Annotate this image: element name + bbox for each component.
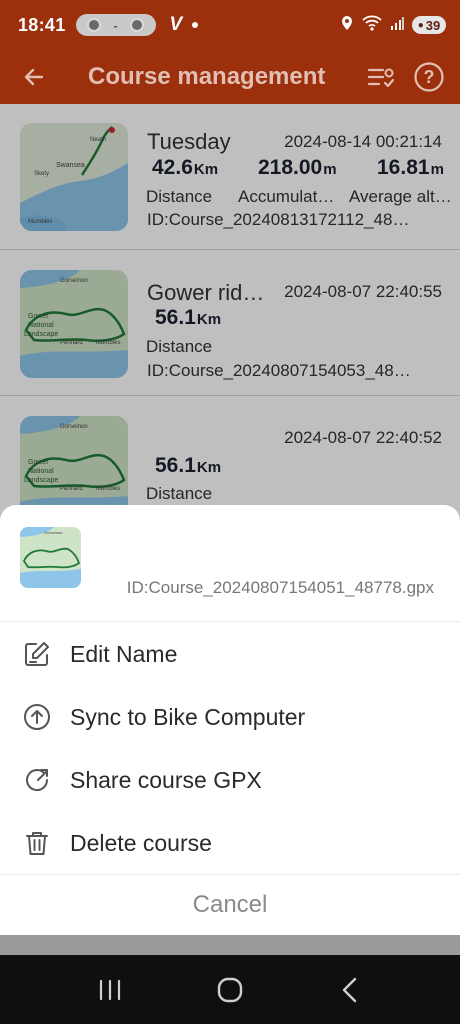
status-bar: 18:41 - V ● 39 [0,0,460,50]
arrow-left-icon [24,68,44,86]
location-icon [340,15,354,36]
back-button[interactable] [14,57,54,97]
scrim-strip [0,935,460,955]
checklist-button[interactable] [364,60,398,94]
notification-app-icon [129,18,144,32]
share-course-gpx-button[interactable]: Share course GPX [0,749,460,811]
home-icon [217,977,243,1002]
back-nav-button[interactable] [320,965,380,1015]
system-nav-bar [0,955,460,1024]
share-label: Share course GPX [70,766,262,793]
sync-label: Sync to Bike Computer [70,703,306,730]
recent-apps-button[interactable] [80,965,140,1015]
battery-saver-icon: ● [417,19,424,31]
recent-apps-icon [99,979,121,1000]
notification-dot-icon [192,22,199,28]
upload-circle-icon [22,702,52,732]
sync-to-bike-computer-button[interactable]: Sync to Bike Computer [0,686,460,748]
app-header: Course management ? [0,50,460,104]
divider [0,621,460,622]
back-nav-icon [342,977,357,1002]
page-title: Course management [88,63,326,90]
help-icon: ? [414,62,444,92]
trash-icon [22,828,52,858]
selected-course-id: ID:Course_20240807154051_48778.gpx [126,578,434,597]
battery-indicator: ● 39 [412,16,446,34]
edit-icon [22,639,52,669]
edit-name-button[interactable]: Edit Name [0,623,460,685]
course-actions-sheet: Gorseinon ID:Course_20240807154051_48778… [0,505,460,935]
status-notification-pill: - [75,14,156,36]
status-time: 18:41 [18,14,66,35]
signal-icon [390,16,404,35]
selected-course-thumbnail: Gorseinon [20,527,81,588]
notification-app-icon [87,18,102,32]
help-label: ? [424,67,435,87]
delete-label: Delete course [70,829,212,856]
battery-level: 39 [425,17,441,33]
help-button[interactable]: ? [412,60,446,94]
status-pill-text: - [113,17,118,33]
edit-name-label: Edit Name [70,640,178,667]
delete-course-button[interactable]: Delete course [0,812,460,874]
wifi-icon [362,15,382,36]
map-label: Gorseinon [44,530,62,535]
home-button[interactable] [200,965,260,1015]
share-arrow-icon [22,765,52,795]
app-notification-icon: V [169,14,183,35]
cancel-button[interactable]: Cancel [0,875,460,935]
checklist-icon [367,68,395,88]
